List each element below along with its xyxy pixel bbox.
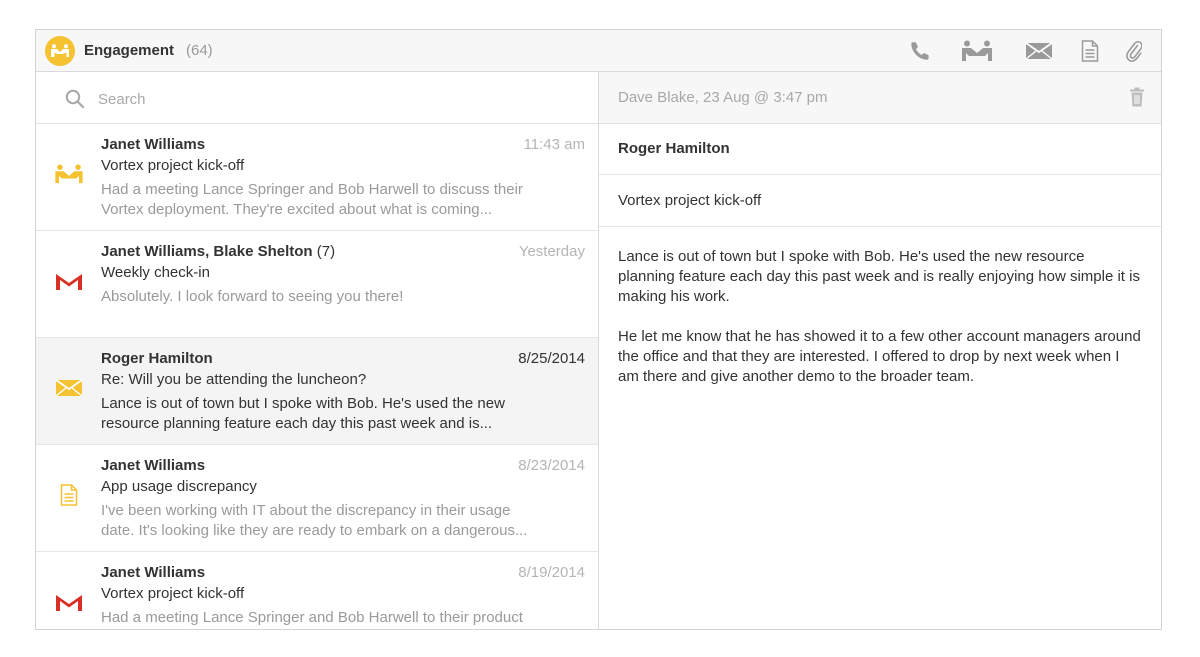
message-time: 8/25/2014 <box>518 350 585 367</box>
detail-recipient: Roger Hamilton <box>599 124 1161 175</box>
meeting-icon <box>53 160 85 188</box>
message-snippet: I've been working with IT about the disc… <box>101 502 528 539</box>
message-snippet: Lance is out of town but I spoke with Bo… <box>101 395 505 432</box>
detail-subject: Vortex project kick-off <box>618 192 762 209</box>
detail-meta-bar: Dave Blake, 23 Aug @ 3:47 pm <box>599 72 1161 124</box>
message-time: 8/23/2014 <box>518 457 585 474</box>
list-item-selected[interactable]: Roger Hamilton 8/25/2014 Re: Will you be… <box>36 338 598 445</box>
handshake-icon <box>45 36 75 66</box>
message-time: Yesterday <box>518 243 585 260</box>
message-list-pane: Janet Williams 11:43 am Vortex project k… <box>36 72 599 629</box>
page-title: Engagement <box>84 42 175 59</box>
message-snippet: Absolutely. I look forward to seeing you… <box>101 288 404 305</box>
message-snippet: Had a meeting Lance Springer and Bob Har… <box>101 609 523 626</box>
message-sender: Janet Williams, Blake Shelton (7) <box>101 243 336 260</box>
email-icon[interactable] <box>1024 39 1054 63</box>
message-subject: Re: Will you be attending the luncheon? <box>101 371 367 388</box>
message-sender: Janet Williams <box>101 564 206 581</box>
note-icon <box>53 481 85 509</box>
detail-recipient-name: Roger Hamilton <box>618 140 730 157</box>
engagement-count: (64) <box>186 42 213 59</box>
list-item[interactable]: Janet Williams, Blake Shelton (7) Yester… <box>36 231 598 338</box>
panel-header: Engagement (64) <box>36 30 1161 72</box>
gmail-icon <box>53 588 85 616</box>
message-subject: App usage discrepancy <box>101 478 257 495</box>
message-subject: Vortex project kick-off <box>101 585 245 602</box>
message-time: 11:43 am <box>523 136 585 153</box>
detail-paragraph: He let me know that he has showed it to … <box>618 328 1141 385</box>
message-time: 8/19/2014 <box>518 564 585 581</box>
email-icon <box>53 374 85 402</box>
message-sender: Janet Williams <box>101 457 206 474</box>
message-snippet: Had a meeting Lance Springer and Bob Har… <box>101 181 523 218</box>
note-icon[interactable] <box>1077 39 1103 63</box>
engagement-panel: Engagement (64) Search Janet Williams 11… <box>35 29 1162 630</box>
search-icon <box>65 89 85 109</box>
message-subject: Vortex project kick-off <box>101 157 245 174</box>
message-sender: Janet Williams <box>101 136 206 153</box>
detail-paragraph: Lance is out of town but I spoke with Bo… <box>618 248 1140 305</box>
search-bar <box>36 72 598 124</box>
meeting-icon[interactable] <box>960 39 994 63</box>
gmail-icon <box>53 267 85 295</box>
list-item[interactable]: Janet Williams 8/19/2014 Vortex project … <box>36 552 598 629</box>
trash-icon[interactable] <box>1129 87 1145 107</box>
message-subject: Weekly check-in <box>101 264 210 281</box>
message-sender: Roger Hamilton <box>101 350 213 367</box>
phone-icon[interactable] <box>907 39 933 63</box>
search-input[interactable] <box>98 86 558 112</box>
list-item[interactable]: Janet Williams 11:43 am Vortex project k… <box>36 124 598 231</box>
message-detail-pane: Dave Blake, 23 Aug @ 3:47 pm Roger Hamil… <box>599 72 1161 629</box>
detail-body: Lance is out of town but I spoke with Bo… <box>618 247 1143 407</box>
detail-author-date: Dave Blake, 23 Aug @ 3:47 pm <box>618 89 828 106</box>
detail-subject-row: Vortex project kick-off <box>599 175 1161 227</box>
attachment-icon[interactable] <box>1121 39 1147 63</box>
list-item[interactable]: Janet Williams 8/23/2014 App usage discr… <box>36 445 598 552</box>
